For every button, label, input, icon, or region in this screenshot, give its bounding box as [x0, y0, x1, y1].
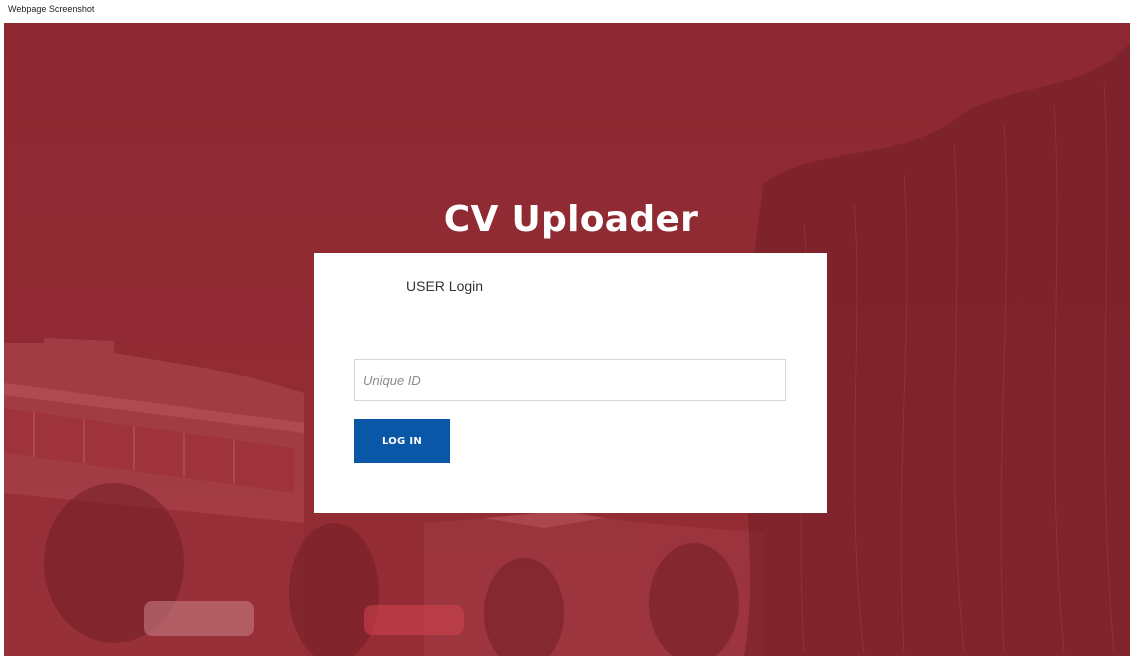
app-title: CV Uploader — [443, 199, 699, 240]
login-heading: USER Login — [406, 278, 484, 294]
login-card: USER Login LOG IN — [314, 253, 827, 513]
unique-id-input[interactable] — [354, 359, 786, 401]
login-button[interactable]: LOG IN — [354, 419, 450, 463]
screenshot-caption: Webpage Screenshot — [8, 4, 95, 14]
hero-background: CV Uploader USER Login LOG IN — [4, 23, 1130, 656]
